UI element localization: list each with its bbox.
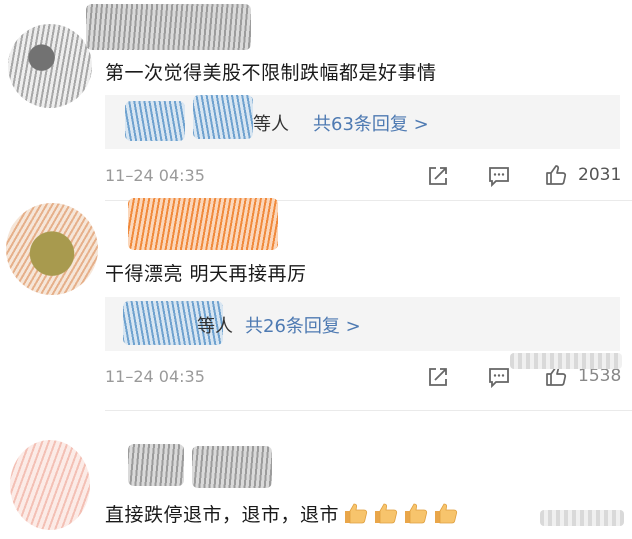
reply-prefix: 等人: [197, 316, 233, 337]
watermark-blur: [510, 353, 622, 369]
like-count: 1538: [578, 366, 622, 386]
replies-summary[interactable]: 等人 共26条回复 >: [105, 297, 620, 351]
timestamp: 11–24 04:35: [105, 166, 205, 185]
reply-user-redacted: [125, 101, 185, 141]
reply-prefix: 等人: [253, 114, 289, 135]
timestamp: 11–24 04:35: [105, 367, 205, 386]
like-count: 2031: [578, 165, 622, 185]
replies-summary[interactable]: 等人 共63条回复 >: [105, 95, 620, 149]
avatar[interactable]: [10, 440, 90, 530]
share-icon[interactable]: [426, 365, 450, 389]
comment-text: 直接跌停退市，退市，退市: [105, 500, 459, 527]
thumbs-up-emoji: [345, 503, 368, 524]
comment-text: 第一次觉得美股不限制跌幅都是好事情: [105, 62, 437, 84]
thumbs-up-emoji: [435, 503, 458, 524]
username-redacted[interactable]: [86, 4, 251, 50]
username-redacted[interactable]: [192, 446, 272, 488]
username-redacted[interactable]: [128, 444, 184, 486]
username-redacted[interactable]: [128, 198, 278, 250]
comment-text-body: 直接跌停退市，退市，退市: [105, 504, 340, 526]
view-replies-link[interactable]: 共63条回复 >: [313, 110, 429, 136]
comment-text: 干得漂亮 明天再接再厉: [105, 263, 307, 285]
comment-icon[interactable]: [487, 365, 511, 389]
avatar[interactable]: [6, 203, 98, 295]
thumbs-up-emoji: [405, 503, 428, 524]
comment-icon[interactable]: [487, 164, 511, 188]
thumbs-up-icon[interactable]: [544, 163, 568, 187]
share-icon[interactable]: [426, 164, 450, 188]
view-replies-link[interactable]: 共26条回复 >: [245, 312, 361, 338]
reply-user-redacted: [193, 95, 253, 139]
watermark-blur: [540, 510, 624, 526]
avatar[interactable]: [8, 24, 92, 108]
divider: [105, 410, 632, 411]
thumbs-up-emoji: [375, 503, 398, 524]
